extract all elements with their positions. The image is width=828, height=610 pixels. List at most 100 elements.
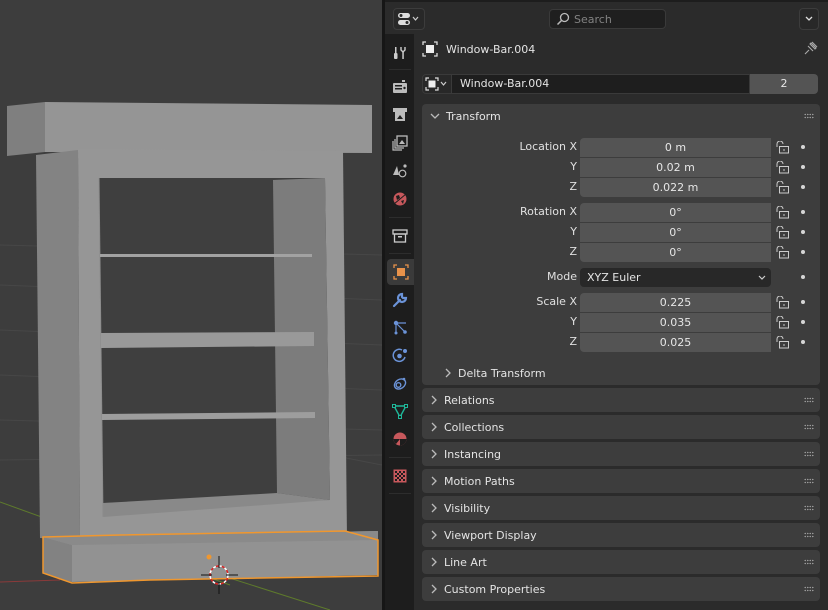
datablock-users-count[interactable]: 2 — [750, 74, 818, 94]
subpanel-title: Delta Transform — [458, 366, 546, 380]
location-z-field[interactable]: 0.022 m — [580, 178, 771, 197]
rotation-z-row: Z 0° — [422, 243, 820, 262]
lock-open-icon[interactable] — [775, 316, 791, 329]
lock-open-icon[interactable] — [775, 246, 791, 259]
constraints-icon — [393, 377, 406, 390]
lock-open-icon[interactable] — [775, 161, 791, 174]
tab-render[interactable] — [387, 74, 412, 100]
tab-material[interactable] — [387, 426, 412, 452]
keyframe-dot-icon[interactable] — [801, 230, 805, 234]
tab-output[interactable] — [387, 101, 412, 127]
drag-grip-icon[interactable] — [804, 505, 814, 511]
render-icon — [392, 80, 407, 93]
location-y-field[interactable]: 0.02 m — [580, 158, 771, 177]
rotation-mode-dropdown[interactable]: XYZ Euler — [580, 268, 771, 287]
tab-data[interactable] — [387, 398, 412, 424]
shelf-top — [100, 254, 312, 257]
keyframe-dot-icon[interactable] — [801, 320, 805, 324]
rotation-mode-value: XYZ Euler — [587, 271, 641, 284]
output-icon — [392, 108, 407, 121]
keyframe-dot-icon[interactable] — [801, 300, 805, 304]
tab-physics[interactable] — [387, 342, 412, 368]
lock-open-icon[interactable] — [775, 296, 791, 309]
chevron-right-icon — [445, 368, 451, 378]
scale-y-field[interactable]: 0.035 — [580, 313, 771, 332]
3d-viewport[interactable] — [0, 0, 382, 610]
location-y-label: Y — [570, 160, 577, 173]
rotation-x-field[interactable]: 0° — [580, 203, 771, 222]
properties-editor-icon — [398, 13, 419, 25]
keyframe-dot-icon[interactable] — [801, 340, 805, 344]
search-placeholder: Search — [574, 12, 612, 26]
object-icon — [425, 77, 447, 91]
lock-open-icon[interactable] — [775, 206, 791, 219]
panel-motion-paths[interactable]: Motion Paths — [422, 469, 820, 493]
drag-grip-icon[interactable] — [804, 586, 814, 592]
chevron-right-icon — [431, 557, 437, 567]
rotation-z-field[interactable]: 0° — [580, 243, 771, 262]
pin-icon[interactable] — [804, 41, 818, 55]
search-input[interactable]: Search — [549, 9, 666, 29]
properties-editor: Search Window-Bar.004 Window-Bar.004 2 T… — [385, 0, 828, 610]
tab-texture[interactable] — [387, 463, 412, 489]
drag-grip-icon[interactable] — [804, 532, 814, 538]
panel-relations[interactable]: Relations — [422, 388, 820, 412]
delta-transform-header[interactable]: Delta Transform — [436, 361, 546, 385]
panel-viewport-display[interactable]: Viewport Display — [422, 523, 820, 547]
transform-panel-header[interactable]: Transform — [422, 104, 820, 128]
drag-grip-icon[interactable] — [804, 424, 814, 430]
keyframe-dot-icon[interactable] — [801, 275, 805, 279]
tab-tool[interactable] — [387, 40, 412, 66]
tab-scene[interactable] — [387, 158, 412, 184]
scale-x-field[interactable]: 0.225 — [580, 293, 771, 312]
collection-icon — [391, 229, 408, 243]
world-icon — [393, 192, 406, 206]
tab-modifiers[interactable] — [387, 287, 412, 313]
datablock-name-field[interactable]: Window-Bar.004 — [452, 74, 750, 94]
tab-collection[interactable] — [387, 223, 412, 249]
material-icon — [393, 432, 406, 446]
keyframe-dot-icon[interactable] — [801, 165, 805, 169]
drag-grip-icon[interactable] — [804, 113, 814, 119]
lock-open-icon[interactable] — [775, 336, 791, 349]
lock-open-icon[interactable] — [775, 226, 791, 239]
drag-grip-icon[interactable] — [804, 478, 814, 484]
lock-open-icon[interactable] — [775, 141, 791, 154]
search-icon — [556, 12, 570, 26]
frame-left-side — [36, 150, 80, 540]
panel-title: Motion Paths — [444, 474, 515, 488]
panel-visibility[interactable]: Visibility — [422, 496, 820, 520]
drag-grip-icon[interactable] — [804, 451, 814, 457]
location-x-field[interactable]: 0 m — [580, 138, 771, 157]
keyframe-dot-icon[interactable] — [801, 145, 805, 149]
panel-title: Line Art — [444, 555, 487, 569]
rotation-y-row: Y 0° — [422, 223, 820, 242]
chevron-right-icon — [431, 395, 437, 405]
keyframe-dot-icon[interactable] — [801, 210, 805, 214]
panel-line-art[interactable]: Line Art — [422, 550, 820, 574]
rotation-x-row: Rotation X 0° — [422, 203, 820, 222]
keyframe-dot-icon[interactable] — [801, 250, 805, 254]
lock-open-icon[interactable] — [775, 181, 791, 194]
panel-collections[interactable]: Collections — [422, 415, 820, 439]
datablock-browse-button[interactable] — [422, 74, 452, 94]
scale-z-row: Z 0.025 — [422, 333, 820, 352]
drag-grip-icon[interactable] — [804, 559, 814, 565]
scale-z-field[interactable]: 0.025 — [580, 333, 771, 352]
drag-grip-icon[interactable] — [804, 397, 814, 403]
tab-object[interactable] — [387, 259, 414, 285]
editor-type-button[interactable] — [393, 8, 425, 30]
y-axis-line-2 — [219, 574, 331, 610]
rotation-y-field[interactable]: 0° — [580, 223, 771, 242]
properties-header: Search — [385, 0, 828, 34]
tab-view-layer[interactable] — [387, 130, 412, 156]
tab-constraints[interactable] — [387, 370, 412, 396]
tab-world[interactable] — [387, 186, 412, 212]
object-origin — [206, 554, 212, 560]
panel-instancing[interactable]: Instancing — [422, 442, 820, 466]
keyframe-dot-icon[interactable] — [801, 185, 805, 189]
tab-particles[interactable] — [387, 314, 412, 340]
scene-icon — [392, 164, 407, 178]
panel-custom-properties[interactable]: Custom Properties — [422, 577, 820, 601]
options-dropdown-button[interactable] — [799, 8, 819, 30]
